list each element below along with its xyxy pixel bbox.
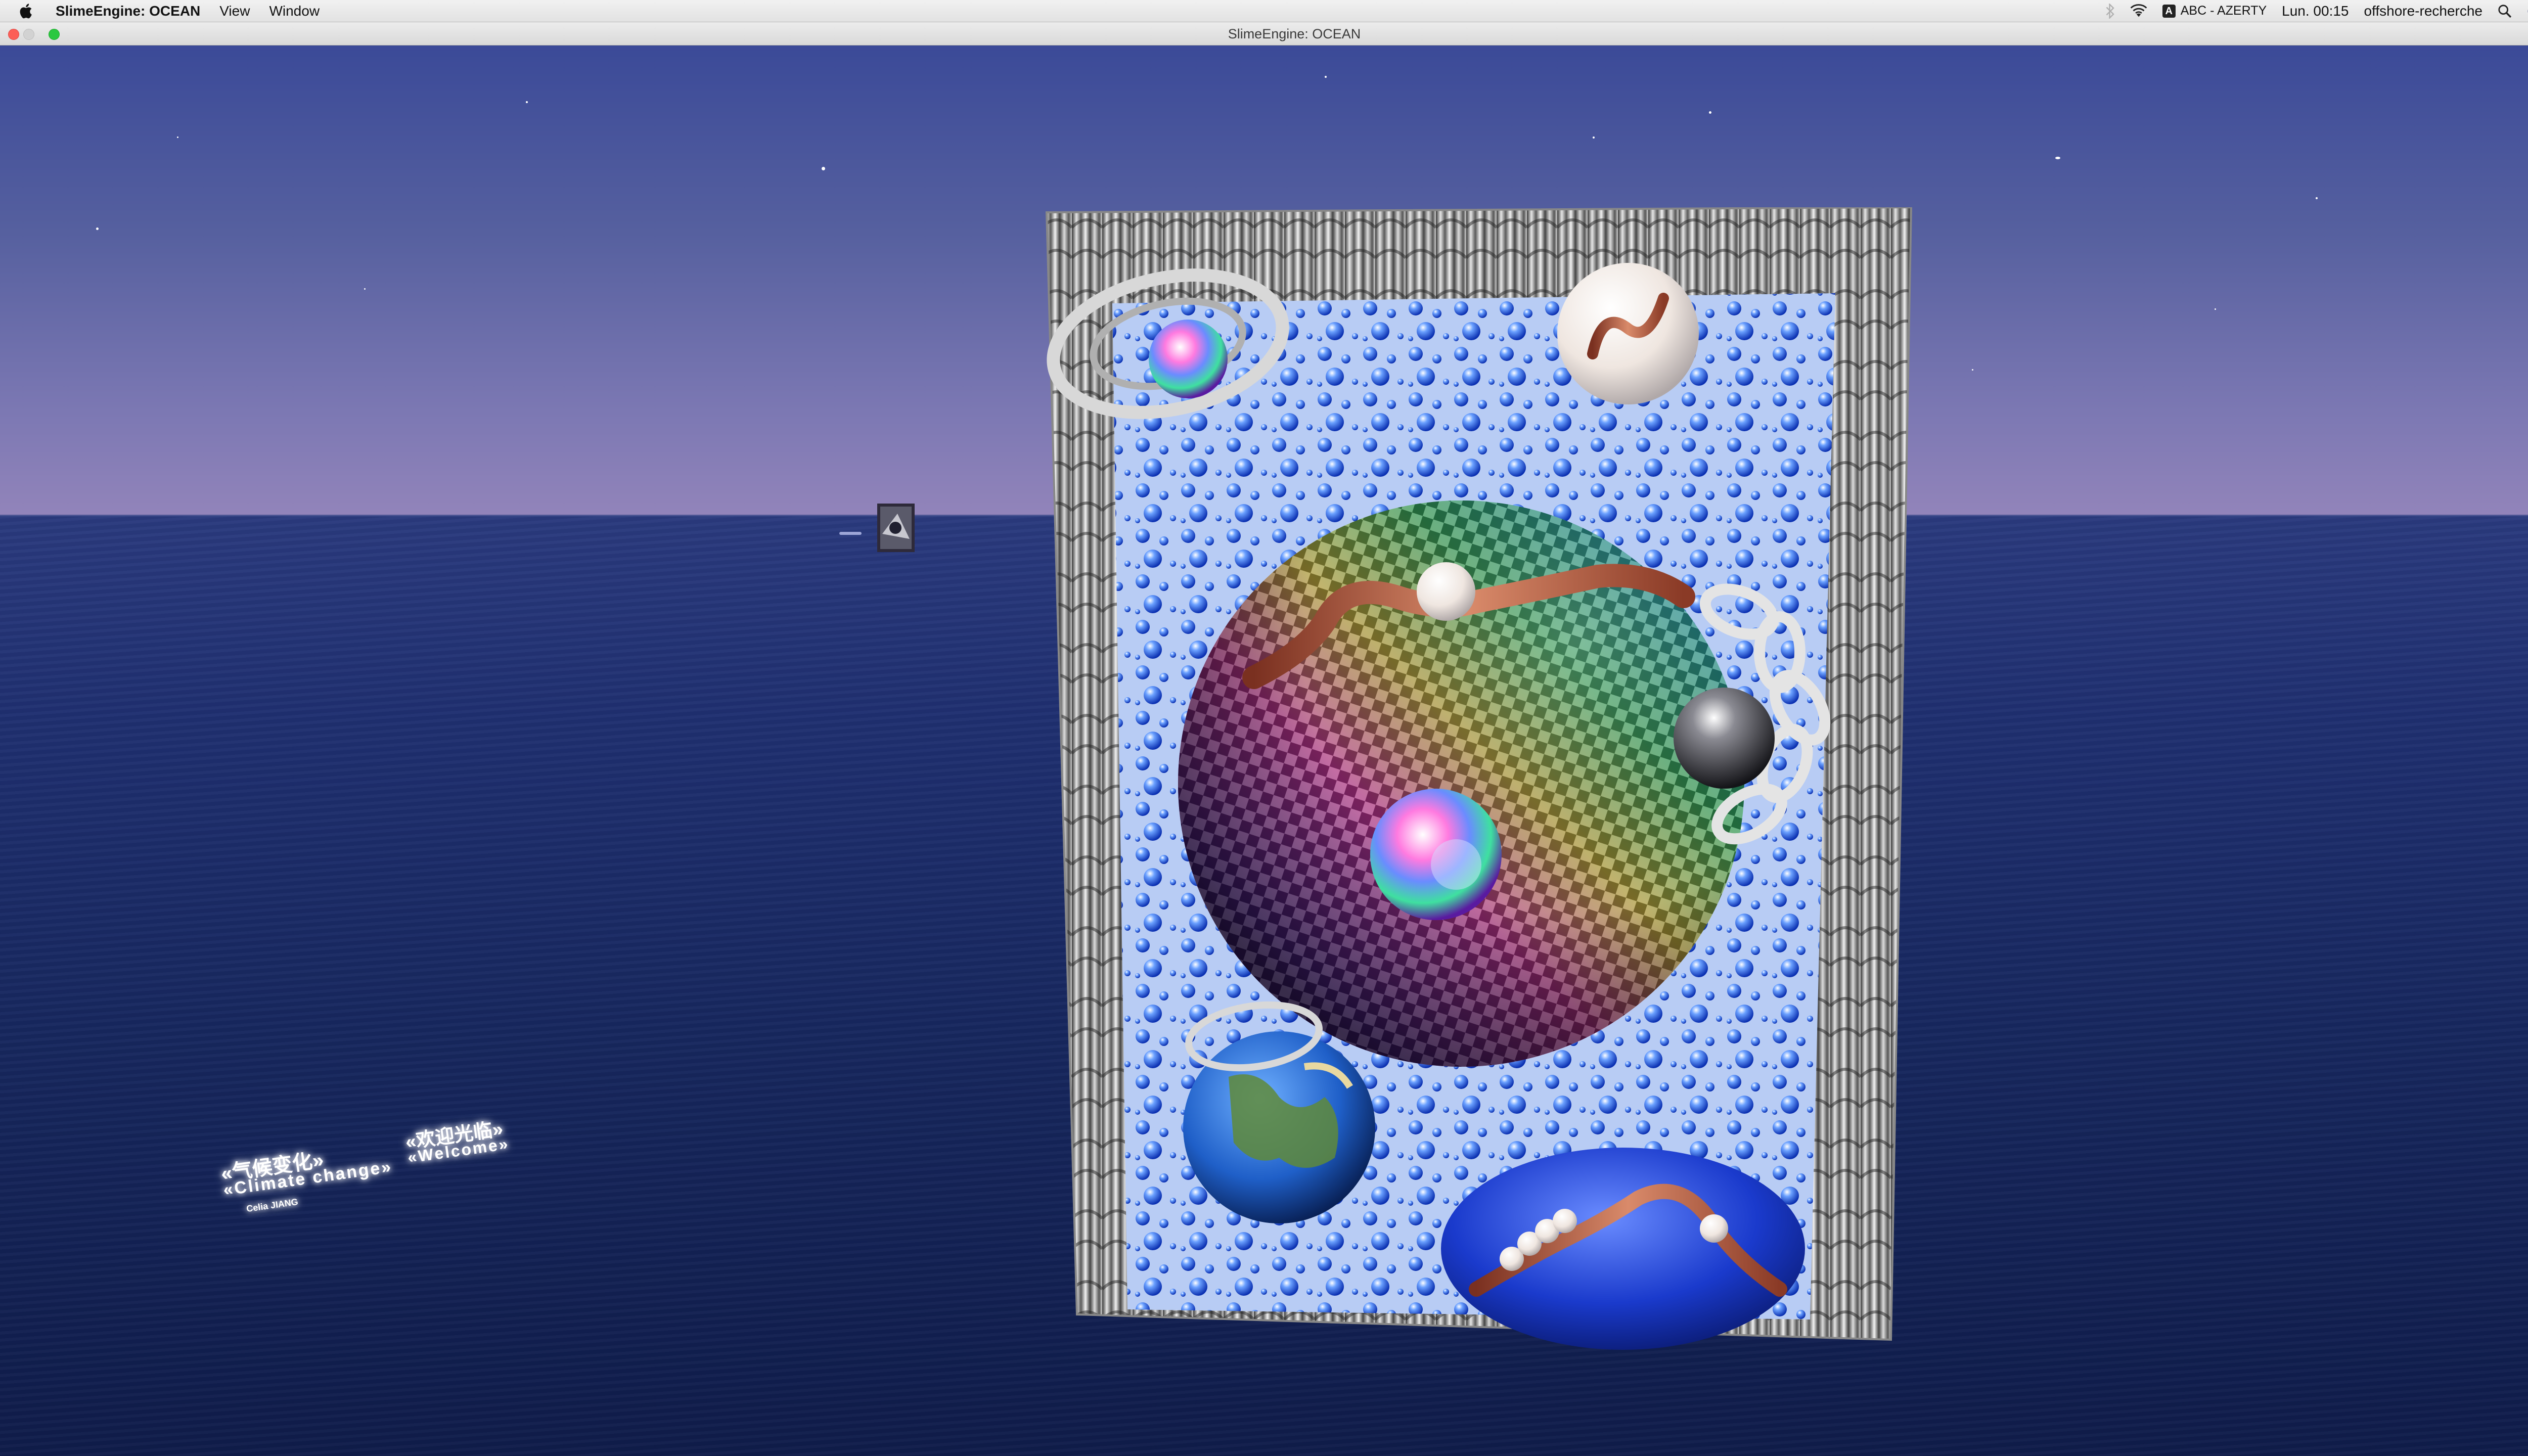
wifi-icon[interactable] [2130,4,2147,18]
clock[interactable]: Lun. 00:15 [2282,3,2349,19]
star [2055,157,2060,159]
star [1325,76,1327,78]
star [2316,197,2318,199]
star [1709,111,1711,114]
distant-artwork-panel[interactable] [877,504,915,552]
scene-viewport[interactable]: «气候变化» «Climate change» Celia JIANG «欢迎光… [0,46,2528,1456]
window-title: SlimeEngine: OCEAN [1228,26,1361,41]
sign-credit: Celia JIANG [246,1196,299,1214]
menu-bar: SlimeEngine: OCEAN View Window A ABC - A… [0,0,2528,22]
input-source-menu[interactable]: A ABC - AZERTY [2162,4,2267,18]
distant-object [839,532,862,535]
star [364,288,366,290]
star [96,228,99,230]
star [177,136,178,138]
pearl [1417,562,1475,621]
app-menu[interactable]: SlimeEngine: OCEAN [56,3,200,19]
menu-bar-left: SlimeEngine: OCEAN View Window [0,0,339,22]
metal-orb [1674,688,1775,789]
window-menu[interactable]: Window [269,3,320,19]
star [2215,308,2216,310]
search-icon[interactable] [2498,4,2512,18]
star [822,167,825,170]
window-title-bar[interactable]: SlimeEngine: OCEAN [0,22,2528,46]
star [526,101,528,103]
blue-blob [1441,1148,1805,1350]
star [1972,369,1973,371]
apple-icon[interactable] [18,3,35,20]
user-menu[interactable]: offshore-recherche [2364,3,2483,19]
menu-bar-status: A ABC - AZERTY Lun. 00:15 offshore-reche… [2091,0,2528,22]
bluetooth-icon[interactable] [2106,3,2115,19]
star [1593,136,1595,139]
view-menu[interactable]: View [219,3,250,19]
input-source-label: ABC - AZERTY [2180,4,2267,18]
prism-orb-small [1149,320,1228,398]
artwork-panel[interactable] [1042,207,1921,1355]
input-source-badge: A [2162,4,2176,18]
